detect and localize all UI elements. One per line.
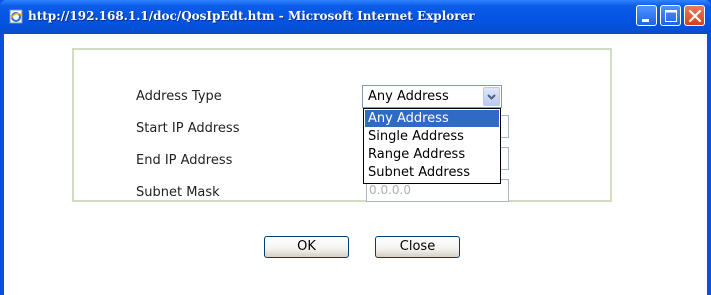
option-subnet-address[interactable]: Subnet Address bbox=[365, 164, 499, 181]
title-bar[interactable]: http://192.168.1.1/doc/QosIpEdt.htm - Mi… bbox=[0, 0, 711, 34]
maximize-icon bbox=[665, 10, 677, 22]
start-ip-label: Start IP Address bbox=[136, 121, 240, 136]
address-type-dropdown-list: Any Address Single Address Range Address… bbox=[363, 108, 501, 184]
option-range-address[interactable]: Range Address bbox=[365, 146, 499, 163]
option-any-address[interactable]: Any Address bbox=[365, 110, 499, 127]
chevron-down-icon bbox=[487, 94, 496, 100]
close-icon bbox=[688, 9, 702, 23]
minimize-icon bbox=[642, 19, 649, 22]
address-type-select[interactable]: Any Address bbox=[362, 85, 502, 108]
ok-button[interactable]: OK bbox=[264, 236, 349, 258]
window-title: http://192.168.1.1/doc/QosIpEdt.htm - Mi… bbox=[28, 9, 475, 23]
close-window-button[interactable] bbox=[684, 5, 705, 26]
minimize-button[interactable] bbox=[636, 5, 657, 26]
browser-window: http://192.168.1.1/doc/QosIpEdt.htm - Mi… bbox=[0, 0, 711, 295]
ie-page-icon bbox=[9, 9, 23, 24]
end-ip-label: End IP Address bbox=[136, 153, 233, 168]
subnet-mask-label: Subnet Mask bbox=[136, 185, 220, 200]
address-type-selected-value: Any Address bbox=[368, 89, 449, 104]
dropdown-arrow-button[interactable] bbox=[483, 87, 500, 106]
maximize-button[interactable] bbox=[660, 5, 681, 26]
close-button[interactable]: Close bbox=[375, 236, 460, 258]
address-type-label: Address Type bbox=[136, 89, 222, 104]
option-single-address[interactable]: Single Address bbox=[365, 128, 499, 145]
